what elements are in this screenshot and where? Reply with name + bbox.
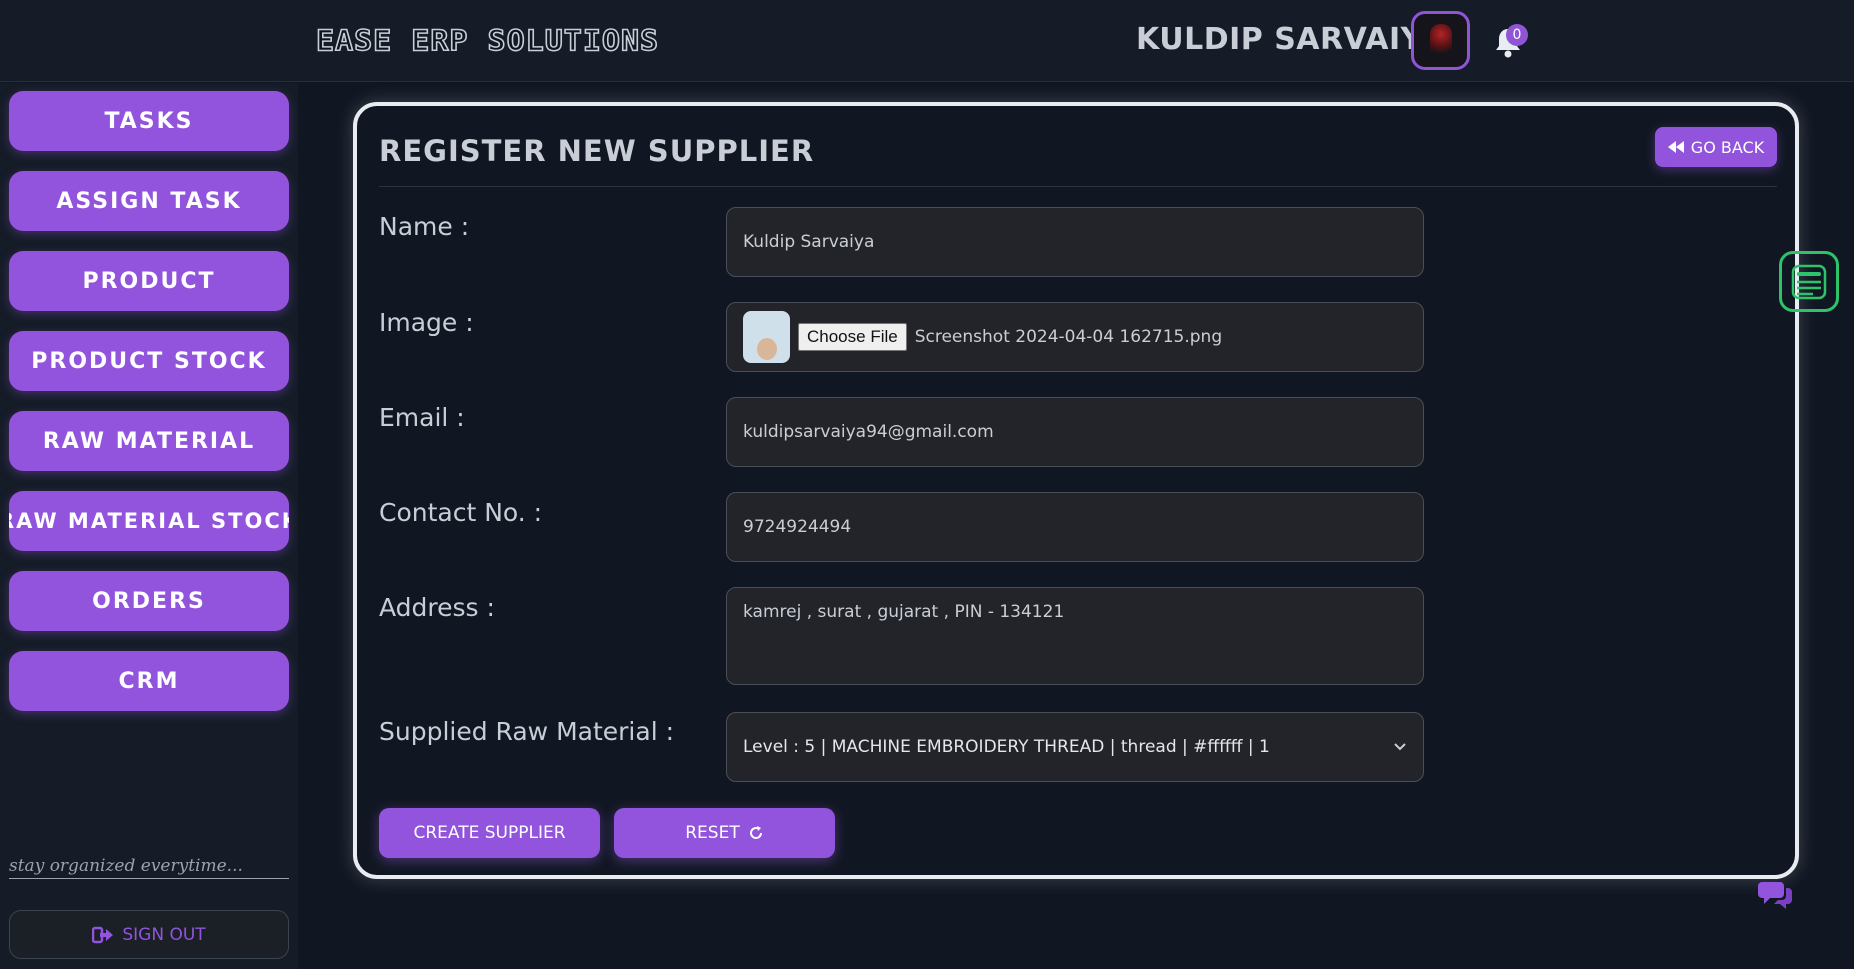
file-name: Screenshot 2024-04-04 162715.png	[914, 327, 1223, 347]
raw-material-label: Supplied Raw Material :	[379, 717, 675, 746]
reset-label: RESET	[685, 823, 740, 843]
list-widget-button[interactable]	[1779, 251, 1839, 312]
raw-material-select[interactable]: Level : 5 | MACHINE EMBROIDERY THREAD | …	[726, 712, 1424, 782]
brand-logo[interactable]: EASE ERP SOLUTIONS	[315, 24, 659, 59]
avatar[interactable]	[1411, 11, 1470, 70]
email-field[interactable]	[726, 397, 1424, 467]
image-label: Image :	[379, 308, 474, 337]
sidebar-item-product[interactable]: PRODUCT	[9, 251, 289, 311]
register-supplier-card: REGISTER NEW SUPPLIER GO BACK Name : Ima…	[353, 102, 1799, 879]
sidebar-item-tasks[interactable]: TASKS	[9, 91, 289, 151]
sidebar-item-crm[interactable]: CRM	[9, 651, 289, 711]
address-label: Address :	[379, 593, 495, 622]
refresh-icon	[749, 826, 762, 839]
sign-out-icon	[92, 926, 114, 943]
tagline: stay organized everytime...	[9, 856, 289, 879]
contact-field[interactable]	[726, 492, 1424, 562]
create-supplier-button[interactable]: CREATE SUPPLIER	[379, 808, 600, 858]
go-back-icon	[1667, 141, 1684, 153]
name-label: Name :	[379, 212, 470, 241]
sidebar-item-assign-task[interactable]: ASSIGN TASK	[9, 171, 289, 231]
list-widget-icon	[1791, 264, 1827, 299]
choose-file-button[interactable]: Choose File	[798, 323, 907, 351]
page-title: REGISTER NEW SUPPLIER	[379, 134, 815, 168]
go-back-button[interactable]: GO BACK	[1655, 127, 1777, 167]
sign-out-label: SIGN OUT	[122, 924, 206, 945]
chevron-down-icon	[1394, 743, 1406, 751]
sidebar-item-raw-material-stock[interactable]: RAW MATERIAL STOCK	[9, 491, 289, 551]
chat-icon[interactable]	[1758, 878, 1792, 910]
sidebar: TASKS ASSIGN TASK PRODUCT PRODUCT STOCK …	[0, 83, 298, 969]
contact-label: Contact No. :	[379, 498, 543, 527]
top-bar: EASE ERP SOLUTIONS KULDIP SARVAIYA 0	[0, 0, 1854, 82]
email-label: Email :	[379, 403, 465, 432]
sidebar-item-orders[interactable]: ORDERS	[9, 571, 289, 631]
go-back-label: GO BACK	[1690, 137, 1765, 157]
name-field[interactable]	[726, 207, 1424, 277]
image-preview	[743, 311, 790, 363]
sidebar-item-product-stock[interactable]: PRODUCT STOCK	[9, 331, 289, 391]
raw-material-selected: Level : 5 | MACHINE EMBROIDERY THREAD | …	[743, 737, 1270, 757]
sign-out-button[interactable]: SIGN OUT	[9, 910, 289, 959]
create-supplier-label: CREATE SUPPLIER	[413, 823, 566, 843]
reset-button[interactable]: RESET	[614, 808, 835, 858]
image-file-input[interactable]: Choose File Screenshot 2024-04-04 162715…	[726, 302, 1424, 372]
user-name: KULDIP SARVAIYA	[1136, 22, 1444, 57]
address-field[interactable]: kamrej , surat , gujarat , PIN - 134121	[726, 587, 1424, 685]
notification-count-badge: 0	[1506, 24, 1528, 46]
divider	[379, 186, 1777, 187]
sidebar-item-raw-material[interactable]: RAW MATERIAL	[9, 411, 289, 471]
